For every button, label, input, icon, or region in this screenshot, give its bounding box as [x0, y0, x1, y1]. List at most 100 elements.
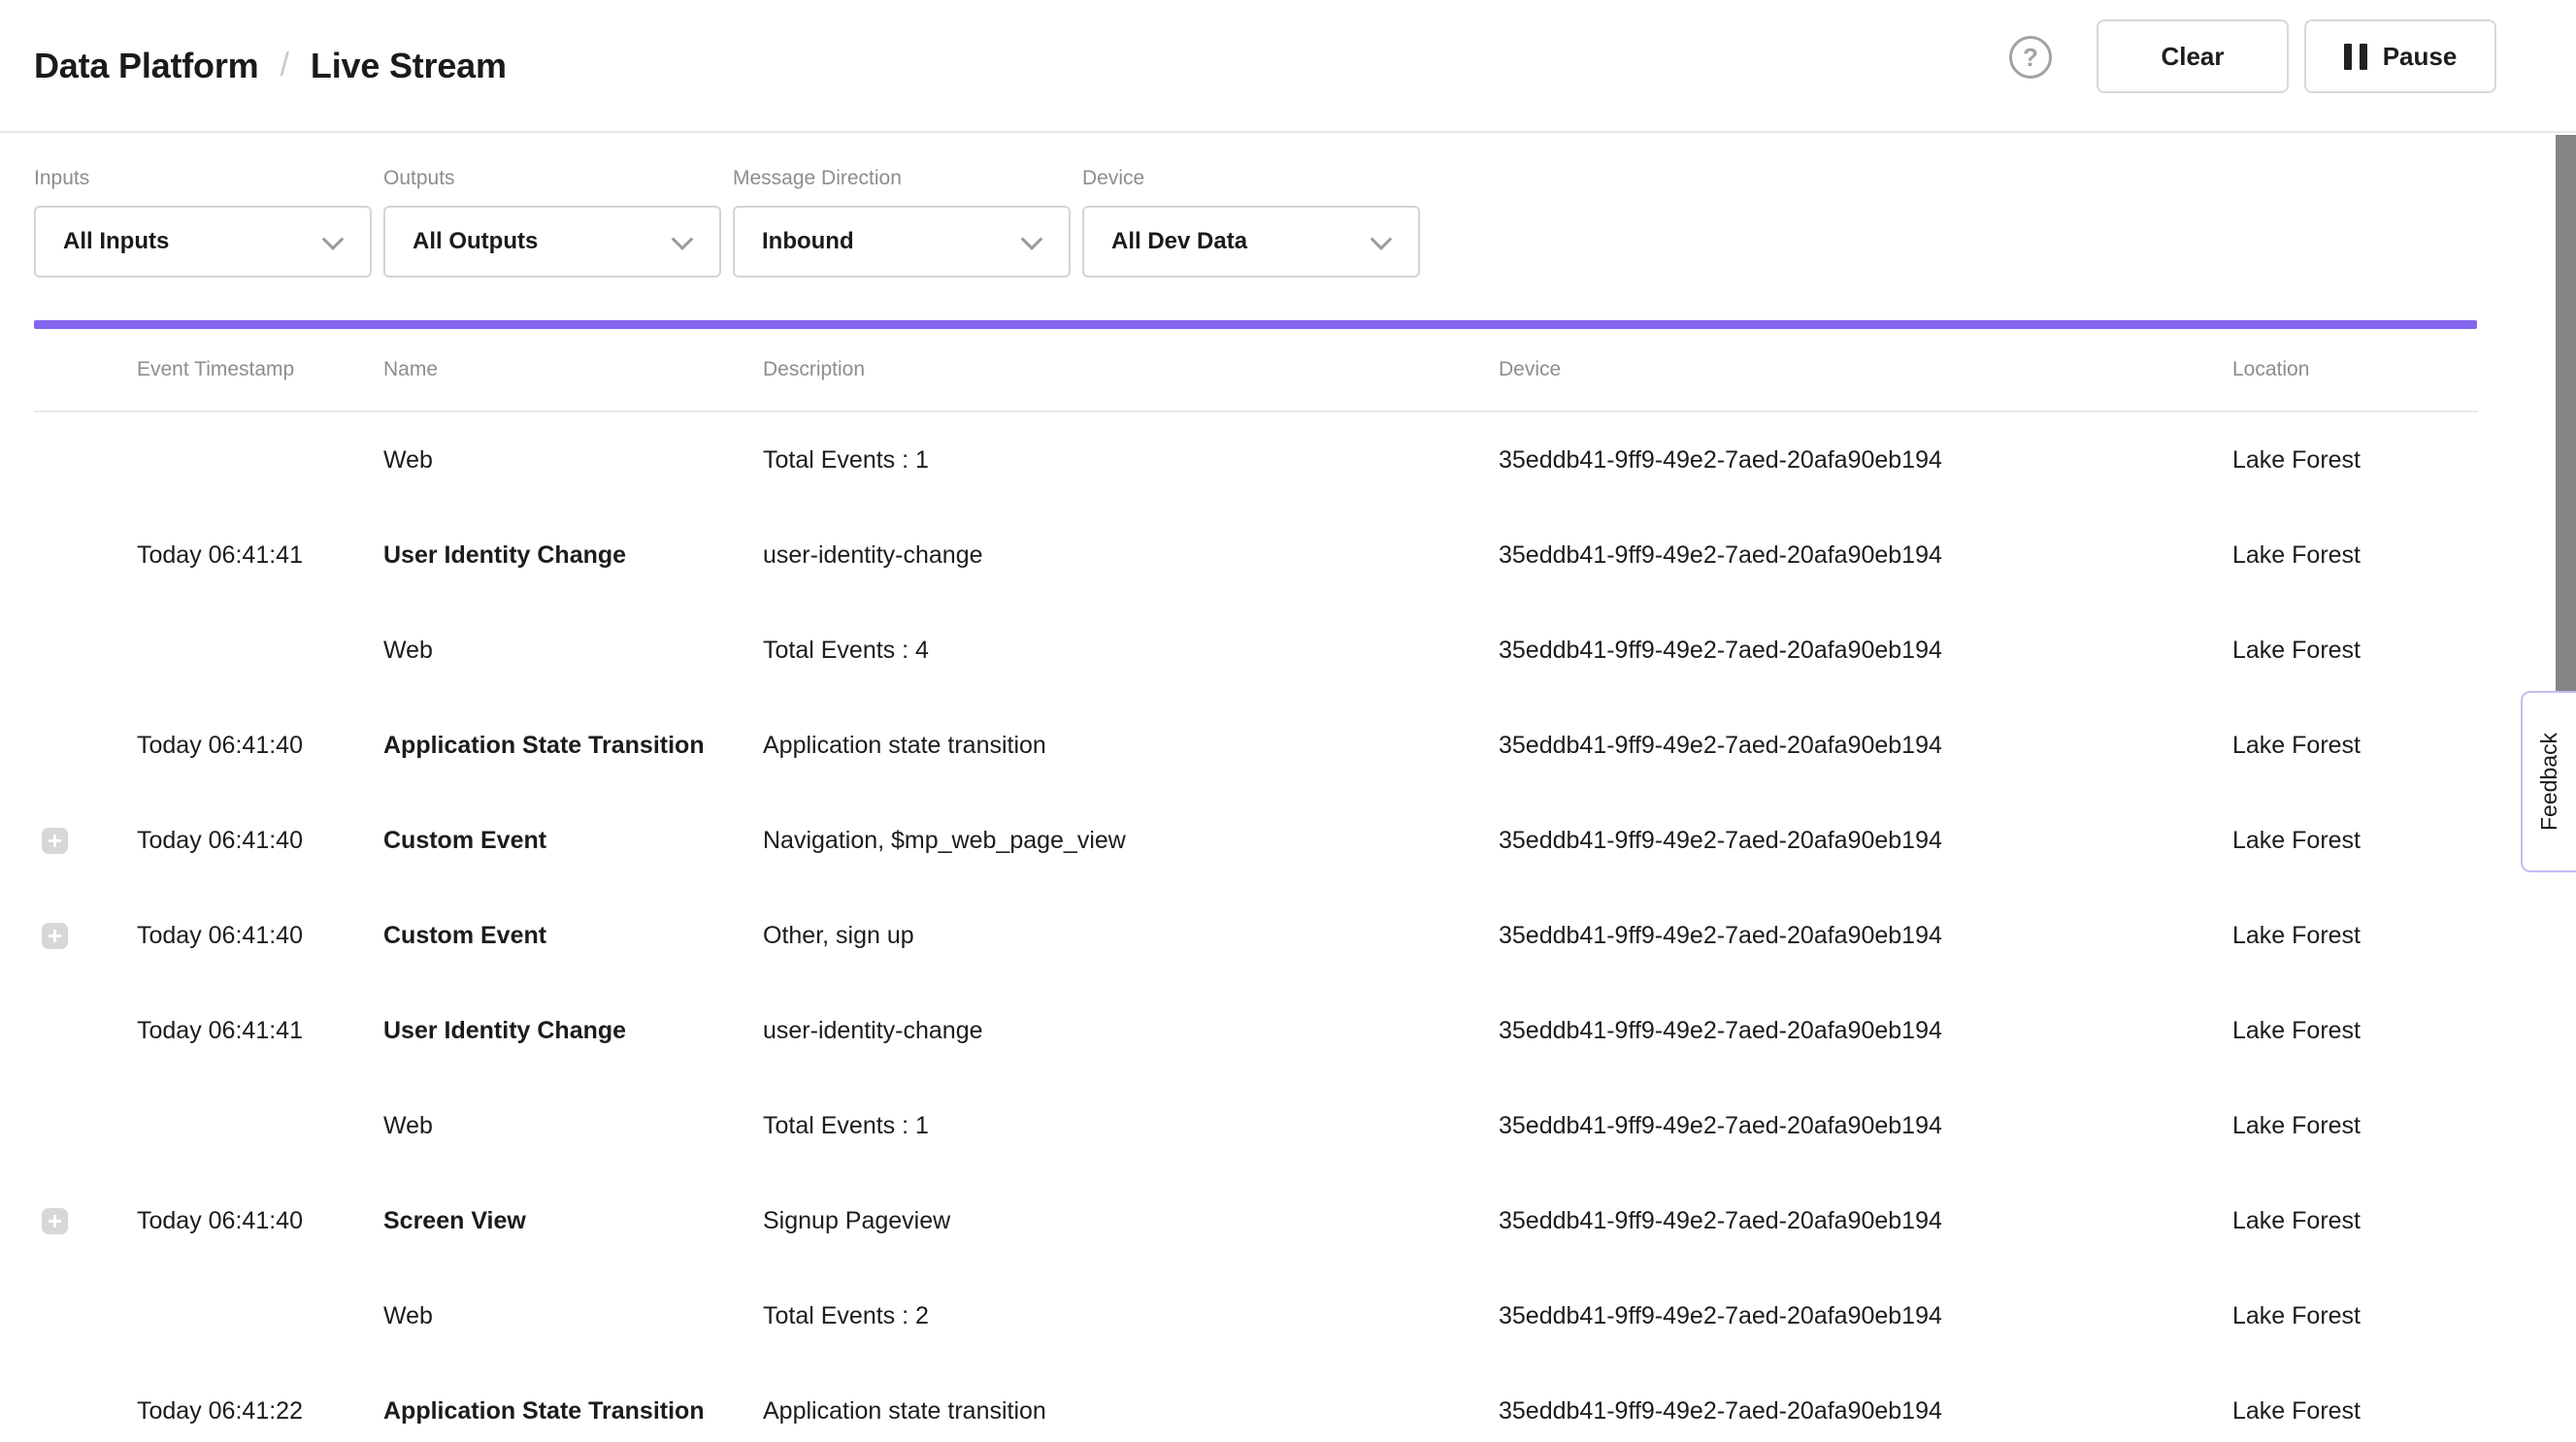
column-header-location: Location [2232, 358, 2478, 381]
feedback-tab[interactable]: Feedback [2521, 691, 2576, 872]
inputs-select[interactable]: All Inputs [34, 206, 372, 278]
cell-event-timestamp: Today 06:41:40 [137, 1207, 383, 1235]
expand-row-button[interactable] [42, 923, 68, 949]
message-direction-select[interactable]: Inbound [733, 206, 1071, 278]
table-row: Today 06:41:40 Application State Transit… [34, 698, 2478, 793]
column-header-device: Device [1499, 358, 2232, 381]
cell-description: Total Events : 4 [763, 637, 1499, 665]
device-select[interactable]: All Dev Data [1082, 206, 1420, 278]
cell-location: Lake Forest [2232, 1397, 2478, 1426]
device-select-value: All Dev Data [1111, 228, 1247, 255]
app-root: Data Platform / Live Stream ? Clear Paus… [0, 0, 2576, 1442]
table-header-row: Event Timestamp Name Description Device … [34, 329, 2478, 412]
cell-expand [34, 638, 137, 664]
cell-expand [34, 1113, 137, 1139]
filter-group-inputs: Inputs All Inputs [34, 167, 372, 278]
cell-description: user-identity-change [763, 541, 1499, 570]
filter-group-message-direction: Message Direction Inbound [733, 167, 1071, 278]
table-row: Today 06:41:40 Screen View Signup Pagevi… [34, 1173, 2478, 1268]
feedback-tab-label: Feedback [2536, 733, 2562, 831]
cell-expand [34, 733, 137, 759]
cell-description: Total Events : 1 [763, 1112, 1499, 1140]
cell-event-timestamp: Today 06:41:22 [137, 1397, 383, 1426]
cell-expand [34, 447, 137, 474]
table-row: Web Total Events : 4 35eddb41-9ff9-49e2-… [34, 603, 2478, 698]
cell-location: Lake Forest [2232, 1112, 2478, 1140]
outputs-select-value: All Outputs [413, 228, 538, 255]
table-row: Today 06:41:41 User Identity Change user… [34, 983, 2478, 1078]
cell-location: Lake Forest [2232, 541, 2478, 570]
table-row: Today 06:41:41 User Identity Change user… [34, 508, 2478, 603]
clear-button-label: Clear [2161, 42, 2224, 72]
cell-device: 35eddb41-9ff9-49e2-7aed-20afa90eb194 [1499, 1397, 2232, 1426]
cell-location: Lake Forest [2232, 1302, 2478, 1330]
breadcrumb-separator-icon: / [280, 47, 288, 84]
cell-event-timestamp: Today 06:41:40 [137, 827, 383, 855]
cell-device: 35eddb41-9ff9-49e2-7aed-20afa90eb194 [1499, 1112, 2232, 1140]
cell-name: User Identity Change [383, 541, 763, 570]
page-header: Data Platform / Live Stream ? Clear Paus… [0, 0, 2576, 133]
cell-name: Web [383, 637, 763, 665]
table-body: Web Total Events : 1 35eddb41-9ff9-49e2-… [34, 412, 2478, 1442]
cell-location: Lake Forest [2232, 827, 2478, 855]
cell-description: Application state transition [763, 732, 1499, 760]
cell-device: 35eddb41-9ff9-49e2-7aed-20afa90eb194 [1499, 732, 2232, 760]
inputs-filter-label: Inputs [34, 167, 372, 190]
cell-name: Custom Event [383, 827, 763, 855]
outputs-select[interactable]: All Outputs [383, 206, 721, 278]
cell-event-timestamp: Today 06:41:40 [137, 922, 383, 950]
breadcrumb: Data Platform / Live Stream [34, 0, 507, 131]
chevron-down-icon [322, 228, 345, 250]
cell-device: 35eddb41-9ff9-49e2-7aed-20afa90eb194 [1499, 541, 2232, 570]
cell-location: Lake Forest [2232, 1207, 2478, 1235]
cell-device: 35eddb41-9ff9-49e2-7aed-20afa90eb194 [1499, 1302, 2232, 1330]
chevron-down-icon [672, 228, 694, 250]
clear-button[interactable]: Clear [2097, 19, 2289, 93]
scrollbar-thumb[interactable] [2556, 135, 2576, 691]
table-row: Today 06:41:40 Custom Event Navigation, … [34, 793, 2478, 888]
cell-description: Application state transition [763, 1397, 1499, 1426]
pause-button[interactable]: Pause [2304, 19, 2496, 93]
filter-group-device: Device All Dev Data [1082, 167, 1420, 278]
cell-expand [34, 542, 137, 569]
pause-icon [2344, 44, 2367, 70]
cell-description: Navigation, $mp_web_page_view [763, 827, 1499, 855]
cell-location: Lake Forest [2232, 922, 2478, 950]
cell-event-timestamp: Today 06:41:41 [137, 1017, 383, 1045]
cell-device: 35eddb41-9ff9-49e2-7aed-20afa90eb194 [1499, 922, 2232, 950]
cell-name: Web [383, 1112, 763, 1140]
table-row: Today 06:41:40 Custom Event Other, sign … [34, 888, 2478, 983]
cell-location: Lake Forest [2232, 446, 2478, 475]
expand-row-button[interactable] [42, 828, 68, 854]
cell-name: Application State Transition [383, 1397, 763, 1426]
chevron-down-icon [1371, 228, 1393, 250]
cell-location: Lake Forest [2232, 732, 2478, 760]
cell-expand [34, 1018, 137, 1044]
device-filter-label: Device [1082, 167, 1420, 190]
expand-row-button[interactable] [42, 1208, 68, 1234]
table-row: Web Total Events : 1 35eddb41-9ff9-49e2-… [34, 412, 2478, 508]
breadcrumb-section[interactable]: Data Platform [34, 46, 258, 86]
pause-button-label: Pause [2383, 42, 2458, 72]
message-direction-filter-label: Message Direction [733, 167, 1071, 190]
cell-expand [34, 1303, 137, 1329]
filter-group-outputs: Outputs All Outputs [383, 167, 721, 278]
cell-expand [34, 1398, 137, 1425]
cell-name: Screen View [383, 1207, 763, 1235]
outputs-filter-label: Outputs [383, 167, 721, 190]
column-header-event-timestamp: Event Timestamp [137, 358, 383, 381]
table-row: Web Total Events : 1 35eddb41-9ff9-49e2-… [34, 1078, 2478, 1173]
cell-name: Application State Transition [383, 732, 763, 760]
cell-device: 35eddb41-9ff9-49e2-7aed-20afa90eb194 [1499, 827, 2232, 855]
cell-description: Total Events : 2 [763, 1302, 1499, 1330]
breadcrumb-page-title: Live Stream [311, 46, 507, 86]
inputs-select-value: All Inputs [63, 228, 169, 255]
help-icon[interactable]: ? [2009, 36, 2052, 79]
cell-name: Web [383, 446, 763, 475]
cell-name: Custom Event [383, 922, 763, 950]
cell-event-timestamp: Today 06:41:40 [137, 732, 383, 760]
stream-progress-bar [34, 320, 2477, 329]
filters-bar: Inputs All Inputs Outputs All Outputs Me… [0, 133, 2576, 320]
cell-device: 35eddb41-9ff9-49e2-7aed-20afa90eb194 [1499, 637, 2232, 665]
column-header-name: Name [383, 358, 763, 381]
